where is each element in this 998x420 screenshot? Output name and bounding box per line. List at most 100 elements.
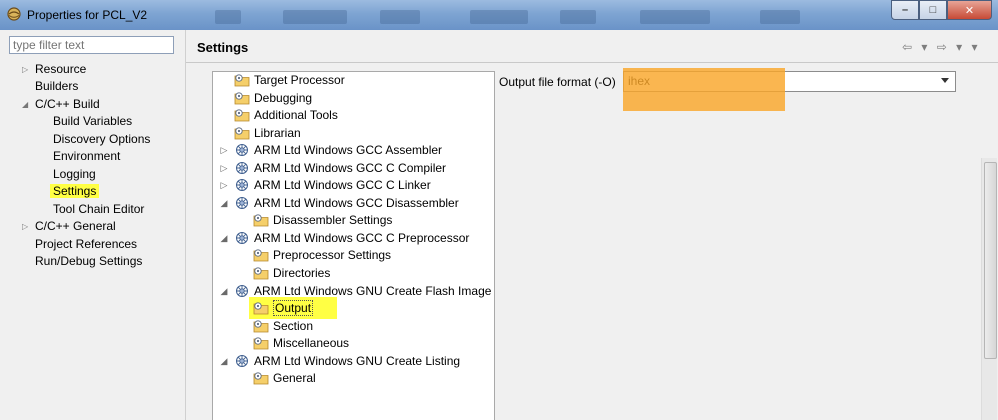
nav-item-project-references[interactable]: Project References [35,236,137,253]
close-button[interactable]: ✕ [947,0,992,20]
tree-item-section[interactable]: Section [253,318,313,335]
folder-gear-icon [234,126,250,140]
header-divider [186,62,998,63]
collapse-twisty-icon[interactable]: ◢ [219,230,229,247]
collapse-twisty-icon[interactable]: ◢ [219,353,229,370]
tool-gear-icon [234,196,250,210]
folder-gear-icon [234,108,250,122]
tree-label: Debugging [254,91,313,105]
nav-label: Discovery Options [53,132,151,146]
nav-item-build-variables[interactable]: Build Variables [53,113,132,130]
tree-label: ARM Ltd Windows GCC C Compiler [254,161,447,175]
tree-label: ARM Ltd Windows GCC C Preprocessor [254,231,470,245]
expand-twisty-icon[interactable]: ▷ [219,142,229,159]
filter-input[interactable] [9,36,174,54]
tree-label: Preprocessor Settings [273,248,392,262]
nav-label: Tool Chain Editor [53,202,145,216]
collapse-twisty-icon[interactable]: ◢ [22,96,28,113]
output-format-label: Output file format (-O) [499,75,616,89]
nav-item-cpp-build[interactable]: ◢ C/C++ Build [22,96,100,113]
tree-item-librarian[interactable]: Librarian [234,125,301,142]
tree-item-target-processor[interactable]: Target Processor [234,72,345,89]
tree-item-gnu-create-listing[interactable]: ◢ ARM Ltd Windows GNU Create Listing [221,353,461,370]
collapse-twisty-icon[interactable]: ◢ [219,195,229,212]
tree-item-gcc-c-linker[interactable]: ▷ ARM Ltd Windows GCC C Linker [221,177,431,194]
nav-label: Project References [35,237,138,251]
folder-gear-icon [234,91,250,105]
nav-item-tool-chain-editor[interactable]: Tool Chain Editor [53,201,144,218]
tree-label: ARM Ltd Windows GCC Disassembler [254,196,459,210]
tree-label: Miscellaneous [273,336,350,350]
folder-gear-icon [234,73,250,87]
panel-divider[interactable] [185,30,186,420]
folder-gear-icon [253,301,269,315]
tree-item-debugging[interactable]: Debugging [234,90,312,107]
tool-gear-icon [234,178,250,192]
tree-label: ARM Ltd Windows GNU Create Listing [254,354,461,368]
nav-label: Logging [53,167,96,181]
vertical-scrollbar[interactable] [981,158,997,420]
maximize-button[interactable]: □ [919,0,947,20]
nav-label: Run/Debug Settings [35,254,143,268]
tool-gear-icon [234,354,250,368]
nav-label: Resource [35,62,87,76]
tree-label: Additional Tools [254,108,338,122]
folder-gear-icon [253,266,269,280]
nav-label: C/C++ General [35,219,116,233]
folder-gear-icon [253,248,269,262]
tree-label: General [273,371,316,385]
folder-gear-icon [253,371,269,385]
tree-item-gcc-assembler[interactable]: ▷ ARM Ltd Windows GCC Assembler [221,142,443,159]
tree-item-output[interactable]: Output [249,297,337,319]
tree-label: Directories [273,266,331,280]
expand-twisty-icon[interactable]: ▷ [22,61,28,78]
tree-item-general[interactable]: General [253,370,316,387]
expand-twisty-icon[interactable]: ▷ [219,160,229,177]
tree-label: Disassembler Settings [273,213,393,227]
window-title: Properties for PCL_V2 [27,8,148,22]
nav-item-logging[interactable]: Logging [53,166,96,183]
nav-label: Environment [53,149,121,163]
tree-label: Librarian [254,126,301,140]
nav-label-selected: Settings [50,184,100,198]
nav-label: Build Variables [53,114,133,128]
tree-item-directories[interactable]: Directories [253,265,330,282]
nav-item-environment[interactable]: Environment [53,148,120,165]
nav-item-discovery-options[interactable]: Discovery Options [53,131,150,148]
window-controls: – □ ✕ [891,0,992,20]
folder-gear-icon [253,319,269,333]
tool-gear-icon [234,284,250,298]
nav-item-resource[interactable]: ▷ Resource [22,61,87,78]
tree-item-preprocessor-settings[interactable]: Preprocessor Settings [253,247,391,264]
folder-gear-icon [253,213,269,227]
tree-label: Section [273,319,314,333]
tree-item-disassembler-settings[interactable]: Disassembler Settings [253,212,392,229]
history-nav-arrows[interactable]: ⇦ ▾ ⇨ ▾ ▾ [902,40,981,54]
tree-item-additional-tools[interactable]: Additional Tools [234,107,338,124]
nav-item-run-debug-settings[interactable]: Run/Debug Settings [35,253,142,270]
tree-label: ARM Ltd Windows GCC C Linker [254,178,431,192]
tree-label: Target Processor [254,73,345,87]
folder-gear-icon [253,336,269,350]
minimize-button[interactable]: – [891,0,919,20]
scrollbar-thumb[interactable] [984,162,997,359]
tree-item-gcc-disassembler[interactable]: ◢ ARM Ltd Windows GCC Disassembler [221,195,459,212]
tree-label: ARM Ltd Windows GNU Create Flash Image [254,284,492,298]
page-title: Settings [197,40,249,55]
expand-twisty-icon[interactable]: ▷ [219,177,229,194]
tree-item-miscellaneous[interactable]: Miscellaneous [253,335,349,352]
nav-item-cpp-general[interactable]: ▷ C/C++ General [22,218,116,235]
collapse-twisty-icon[interactable]: ◢ [219,283,229,300]
tree-item-gcc-c-preprocessor[interactable]: ◢ ARM Ltd Windows GCC C Preprocessor [221,230,470,247]
nav-item-settings[interactable]: Settings [50,183,100,200]
nav-label: C/C++ Build [35,97,100,111]
tree-item-gcc-c-compiler[interactable]: ▷ ARM Ltd Windows GCC C Compiler [221,160,447,177]
chevron-down-icon[interactable] [941,78,949,83]
tool-gear-icon [234,161,250,175]
eclipse-app-icon [7,7,21,21]
title-bar: Properties for PCL_V2 – □ ✕ [0,0,998,30]
expand-twisty-icon[interactable]: ▷ [22,218,28,235]
nav-item-builders[interactable]: Builders [35,78,78,95]
tree-label: ARM Ltd Windows GCC Assembler [254,143,443,157]
tree-label-selected: Output [273,300,314,316]
